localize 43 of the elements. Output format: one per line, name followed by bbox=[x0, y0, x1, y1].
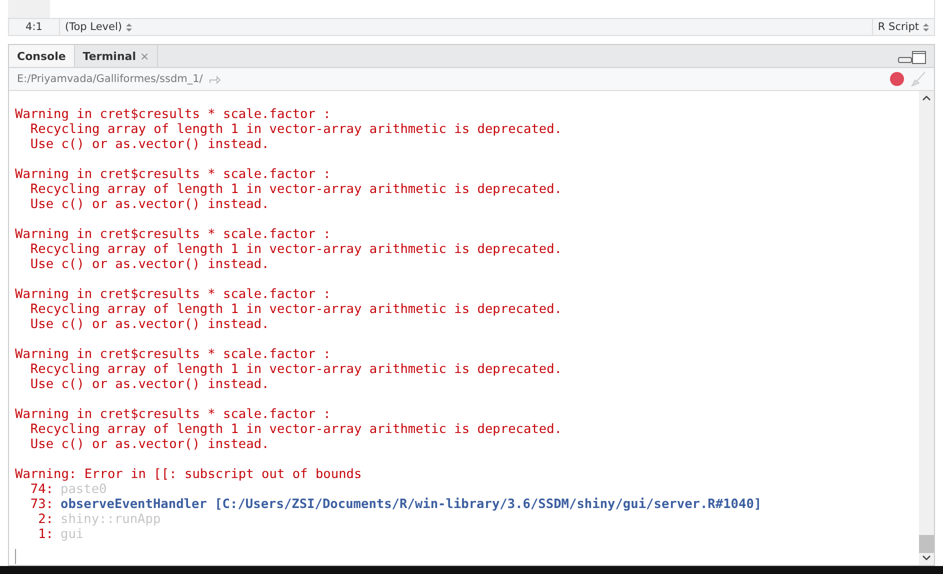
warning-detail: Recycling array of length 1 in vector-array arithmetic is deprecated. bbox=[29, 302, 564, 317]
warning-message: Warning in cret$cresults * scale.factor : bbox=[15, 167, 332, 182]
traceback-call: paste0 bbox=[60, 482, 107, 497]
traceback-number: 73: bbox=[30, 497, 54, 512]
warning-detail: Use c() or as.vector() instead. bbox=[29, 437, 270, 452]
warning-detail: Recycling array of length 1 in vector-array arithmetic is deprecated. bbox=[29, 122, 564, 137]
stop-icon[interactable] bbox=[890, 72, 904, 86]
pane-tab[interactable]: Console bbox=[9, 45, 75, 67]
traceback-call: gui bbox=[60, 527, 84, 542]
error-message: Warning: Error in [[: subscript out of bounds bbox=[15, 467, 363, 482]
warning-detail: Use c() or as.vector() instead. bbox=[29, 197, 270, 212]
traceback-number: 74: bbox=[30, 482, 54, 497]
warning-message: Warning in cret$cresults * scale.factor : bbox=[15, 227, 332, 242]
pane-tab[interactable]: Terminal × bbox=[74, 45, 158, 67]
text-cursor bbox=[15, 549, 16, 564]
scrollbar-thumb[interactable] bbox=[919, 535, 934, 553]
traceback-call: shiny::runApp bbox=[60, 512, 161, 527]
warning-message: Warning in cret$cresults * scale.factor : bbox=[15, 107, 332, 122]
sort-arrows-icon bbox=[126, 22, 132, 32]
warning-detail: Use c() or as.vector() instead. bbox=[29, 317, 270, 332]
minimize-icon[interactable] bbox=[898, 57, 912, 63]
warning-detail: Use c() or as.vector() instead. bbox=[29, 137, 270, 152]
warning-detail: Recycling array of length 1 in vector-array arithmetic is deprecated. bbox=[29, 182, 564, 197]
warning-detail: Use c() or as.vector() instead. bbox=[29, 257, 270, 272]
traceback-number: 2: bbox=[37, 512, 54, 527]
traceback-number: 1: bbox=[37, 527, 54, 542]
warning-message: Warning in cret$cresults * scale.factor : bbox=[15, 407, 332, 422]
cursor-position: 4:1 bbox=[9, 19, 60, 35]
sort-arrows-icon bbox=[923, 22, 929, 32]
warning-message: Warning in cret$cresults * scale.factor : bbox=[15, 347, 332, 362]
file-type-dropdown[interactable]: R Script bbox=[872, 19, 934, 35]
warning-detail: Recycling array of length 1 in vector-array arithmetic is deprecated. bbox=[29, 362, 564, 377]
warning-detail: Recycling array of length 1 in vector-array arithmetic is deprecated. bbox=[29, 242, 564, 257]
scroll-down-icon[interactable] bbox=[922, 555, 931, 561]
scrollbar[interactable] bbox=[919, 91, 934, 565]
maximize-icon[interactable] bbox=[912, 51, 926, 64]
scroll-up-icon[interactable] bbox=[922, 95, 931, 101]
warning-detail: Use c() or as.vector() instead. bbox=[29, 377, 270, 392]
working-directory-path: E:/Priyamvada/Galliformes/ssdm_1/ bbox=[17, 73, 203, 85]
scope-dropdown[interactable]: (Top Level) bbox=[60, 21, 872, 33]
warning-detail: Recycling array of length 1 in vector-array arithmetic is deprecated. bbox=[29, 422, 564, 437]
warning-message: Warning in cret$cresults * scale.factor : bbox=[15, 287, 332, 302]
traceback-link[interactable]: observeEventHandler [C:/Users/ZSI/Documents/R/win-library/3.6/SSDM/shiny/gui/server.R#1040] bbox=[60, 497, 762, 512]
